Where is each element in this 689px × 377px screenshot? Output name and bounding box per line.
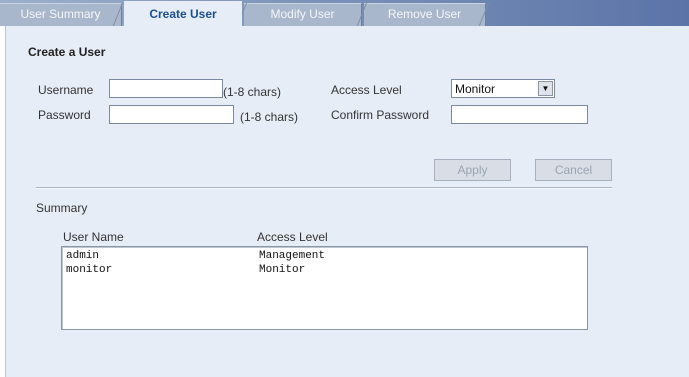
list-item-access-level: Management: [259, 250, 326, 262]
column-header-user-name: User Name: [63, 230, 124, 244]
password-hint: (1-8 chars): [240, 110, 299, 124]
user-summary-list[interactable]: admin Management monitor Monitor: [61, 246, 588, 330]
chevron-down-icon[interactable]: ▼: [538, 81, 553, 96]
list-item[interactable]: admin Management: [62, 250, 587, 264]
password-input[interactable]: [109, 105, 234, 124]
username-hint: (1-8 chars): [223, 85, 282, 99]
create-user-panel: Create a User Username (1-8 chars) Acces…: [5, 26, 689, 377]
username-label: Username: [38, 83, 94, 97]
divider: [36, 187, 612, 189]
username-input[interactable]: [109, 79, 223, 98]
cancel-button[interactable]: Cancel: [535, 159, 612, 181]
list-item-access-level: Monitor: [259, 264, 306, 276]
password-label: Password: [38, 108, 91, 122]
section-title: Create a User: [28, 45, 106, 59]
list-item-user-name: monitor: [66, 264, 113, 276]
tab-remove-user[interactable]: Remove User: [364, 3, 486, 26]
tab-modify-user[interactable]: Modify User: [244, 3, 362, 26]
summary-label: Summary: [36, 201, 88, 215]
tab-bar: User Summary Modify User Remove User Cre…: [0, 0, 689, 26]
access-level-label: Access Level: [331, 83, 402, 97]
confirm-password-label: Confirm Password: [331, 108, 430, 122]
list-item-user-name: admin: [66, 250, 100, 262]
apply-button[interactable]: Apply: [434, 159, 511, 181]
access-level-select[interactable]: Monitor ▼: [451, 79, 555, 98]
tab-user-summary[interactable]: User Summary: [0, 3, 122, 26]
confirm-password-input[interactable]: [451, 105, 588, 124]
tab-create-user[interactable]: Create User: [124, 1, 242, 26]
list-item[interactable]: monitor Monitor: [62, 264, 587, 278]
column-header-access-level: Access Level: [257, 230, 328, 244]
access-level-value: Monitor: [455, 82, 496, 96]
